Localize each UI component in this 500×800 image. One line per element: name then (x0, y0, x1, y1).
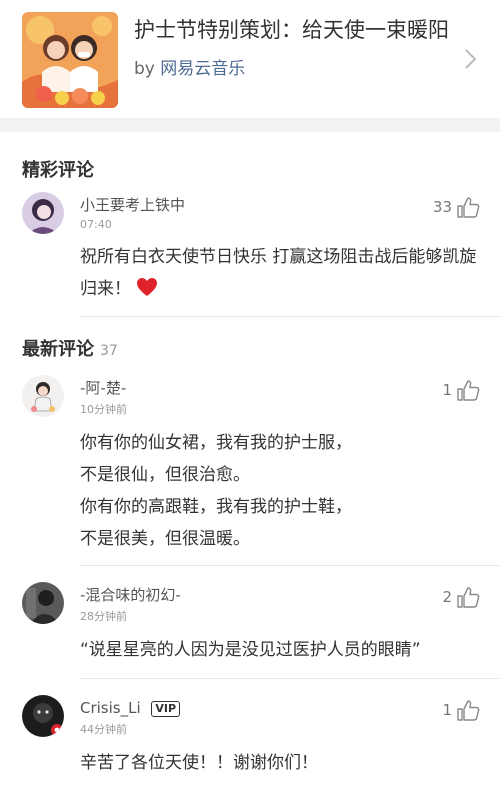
like-count: 1 (442, 701, 452, 719)
like-button[interactable]: 33 (433, 196, 480, 218)
thumbs-up-icon (457, 197, 480, 218)
like-count: 33 (432, 198, 452, 216)
comment-text: 祝所有白衣天使节日快乐 打赢这场阻击战后能够凯旋归来！ (80, 241, 478, 305)
comment-item: Crisis_Li VIP 44分钟前 辛苦了各位天使！！谢谢你们！ 1 (0, 679, 500, 789)
section-separator (0, 118, 500, 132)
like-button[interactable]: 1 (442, 699, 480, 721)
comment-username[interactable]: -混合味的初幻- (80, 582, 478, 605)
comment-line: 你有你的仙女裙，我有我的护士服， (80, 433, 352, 453)
comment-line: 不是很美，但很温暖。 (80, 529, 250, 549)
comment-username-row: Crisis_Li VIP (80, 695, 478, 718)
comment-username[interactable]: 小王要考上铁中 (80, 192, 478, 215)
comment-time: 10分钟前 (80, 403, 127, 416)
thumbs-up-icon (457, 380, 480, 401)
like-button[interactable]: 2 (442, 586, 480, 608)
comment-username[interactable]: Crisis_Li (80, 699, 141, 717)
comment-time: 07:40 (80, 218, 112, 231)
playlist-header[interactable]: 护士节特别策划：给天使一束暖阳 by 网易云音乐 (0, 0, 500, 118)
comment-line: 不是很仙，但很治愈。 (80, 465, 250, 485)
vip-badge: VIP (151, 700, 181, 717)
avatar[interactable] (22, 192, 64, 234)
latest-comments-heading: 最新评论 37 (0, 317, 500, 375)
byline-prefix: by (134, 59, 155, 79)
comment-item: -混合味的初幻- 28分钟前 “说星星亮的人因为是没见过医护人员的眼睛” 2 (0, 566, 500, 678)
comment-time: 44分钟前 (80, 723, 127, 736)
thumbs-up-icon (457, 700, 480, 721)
comment-time: 28分钟前 (80, 610, 127, 623)
comment-username[interactable]: -阿-楚- (80, 375, 478, 398)
comment-item: 小王要考上铁中 07:40 祝所有白衣天使节日快乐 打赢这场阻击战后能够凯旋归来… (0, 192, 500, 316)
comment-text: 你有你的仙女裙，我有我的护士服， 不是很仙，但很治愈。 你有你的高跟鞋，我有我的… (80, 427, 478, 555)
latest-comments-title: 最新评论 (22, 339, 94, 360)
hot-comments-title: 精彩评论 (22, 160, 94, 181)
comment-count: 37 (100, 343, 118, 359)
heart-icon (137, 278, 158, 296)
comment-line: 你有你的高跟鞋，我有我的护士鞋， (80, 497, 352, 517)
comment-item: -阿-楚- 10分钟前 你有你的仙女裙，我有我的护士服， 不是很仙，但很治愈。 … (0, 375, 500, 565)
playlist-byline: by 网易云音乐 (134, 54, 454, 79)
playlist-cover-image (22, 12, 118, 108)
avatar[interactable] (22, 375, 64, 417)
like-count: 2 (442, 588, 452, 606)
hot-comments-heading: 精彩评论 (0, 132, 500, 192)
playlist-title: 护士节特别策划：给天使一束暖阳 (134, 18, 449, 42)
like-button[interactable]: 1 (442, 379, 480, 401)
comment-text: 辛苦了各位天使！！谢谢你们！ (80, 753, 318, 773)
avatar[interactable] (22, 582, 64, 624)
chevron-right-icon[interactable] (464, 48, 478, 70)
creator-link[interactable]: 网易云音乐 (160, 59, 245, 79)
like-count: 1 (442, 381, 452, 399)
thumbs-up-icon (457, 587, 480, 608)
comment-text: “说星星亮的人因为是没见过医护人员的眼睛” (80, 640, 421, 660)
avatar[interactable] (22, 695, 64, 737)
